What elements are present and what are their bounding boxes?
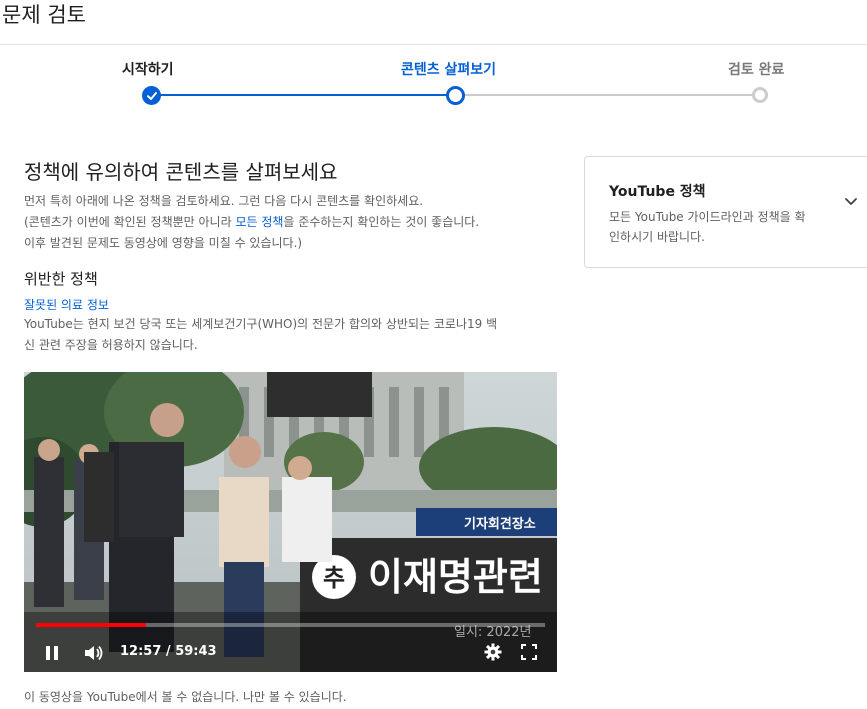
all-policies-link[interactable]: 모든 정책 — [235, 215, 283, 229]
instructions-suffix: 을 준수하는지 확인하는 것이 좋습니다. — [283, 215, 480, 229]
step-node-done — [142, 86, 161, 105]
youtube-policy-description-line: 모든 YouTube 가이드라인과 정책을 확 — [609, 210, 806, 224]
section-heading: 정책에 유의하여 콘텐츠를 살펴보세요 — [24, 160, 338, 184]
step-label-start: 시작하기 — [122, 62, 174, 78]
banner-circle-char: 추 — [323, 564, 345, 592]
progress-bar[interactable] — [36, 623, 545, 627]
settings-button[interactable] — [482, 641, 504, 663]
youtube-policy-card[interactable]: YouTube 정책 모든 YouTube 가이드라인과 정책을 확 인하시기 … — [584, 156, 867, 268]
step-node-active — [446, 86, 465, 105]
page-title: 문제 검토 — [2, 3, 86, 27]
chevron-down-icon[interactable] — [843, 193, 859, 209]
youtube-policy-title: YouTube 정책 — [609, 184, 706, 200]
volume-icon — [85, 645, 103, 661]
time-display: 12:57 / 59:43 — [120, 642, 217, 662]
fullscreen-icon — [521, 644, 537, 660]
instructions-prefix: (콘텐츠가 이번에 확인된 정책뿐만 아니라 — [24, 215, 236, 229]
fullscreen-button[interactable] — [518, 641, 540, 663]
instructions-line: 먼저 특히 아래에 나온 정책을 검토하세요. 그런 다음 다시 콘텐츠를 확인… — [24, 194, 424, 208]
time-separator: / — [161, 644, 176, 659]
video-frame: 기자회견장소 POLICE LINE 추 이재명관련 일시: 2022년 — [24, 372, 557, 672]
instructions-line: 이후 발견된 문제도 동영상에 영향을 미칠 수 있습니다.) — [24, 236, 303, 250]
volume-button[interactable] — [80, 642, 108, 664]
pause-icon — [46, 646, 58, 660]
youtube-policy-description: 모든 YouTube 가이드라인과 정책을 확 인하시기 바랍니다. — [609, 207, 835, 247]
step-node-todo — [752, 87, 768, 103]
step-label-complete: 검토 완료 — [728, 62, 785, 78]
instructions-line: (콘텐츠가 이번에 확인된 정책뿐만 아니라 모든 정책을 준수하는지 확인하는… — [24, 212, 559, 233]
header-divider — [0, 44, 867, 45]
policy-description-line: YouTube는 현지 보건 당국 또는 세계보건기구(WHO)의 전문가 합의… — [24, 317, 498, 331]
step-label-review-content: 콘텐츠 살펴보기 — [401, 62, 497, 78]
duration: 59:43 — [175, 644, 217, 659]
banner-text: 이재명관련 — [368, 555, 543, 599]
gear-icon — [484, 643, 502, 661]
medical-misinformation-link[interactable]: 잘못된 의료 정보 — [24, 296, 109, 314]
policy-description: YouTube는 현지 보건 당국 또는 세계보건기구(WHO)의 전문가 합의… — [24, 314, 559, 356]
pause-button[interactable] — [38, 642, 66, 664]
check-icon — [146, 91, 157, 100]
youtube-policy-description-line: 인하시기 바랍니다. — [609, 230, 705, 244]
progress-bar-fill — [36, 623, 147, 627]
visibility-note: 이 동영상을 YouTube에서 볼 수 없습니다. 나만 볼 수 있습니다. — [24, 690, 347, 704]
stepper-line-pending — [455, 94, 759, 96]
instructions-text: 먼저 특히 아래에 나온 정책을 검토하세요. 그런 다음 다시 콘텐츠를 확인… — [24, 191, 559, 254]
current-time: 12:57 — [120, 644, 162, 659]
stepper-line-completed — [155, 94, 455, 96]
sign-text: 기자회견장소 — [464, 516, 536, 531]
policy-description-line: 신 관련 주장을 허용하지 않습니다. — [24, 338, 198, 352]
video-player[interactable]: 기자회견장소 POLICE LINE 추 이재명관련 일시: 2022년 — [24, 372, 557, 672]
violated-policy-heading: 위반한 정책 — [24, 270, 98, 288]
